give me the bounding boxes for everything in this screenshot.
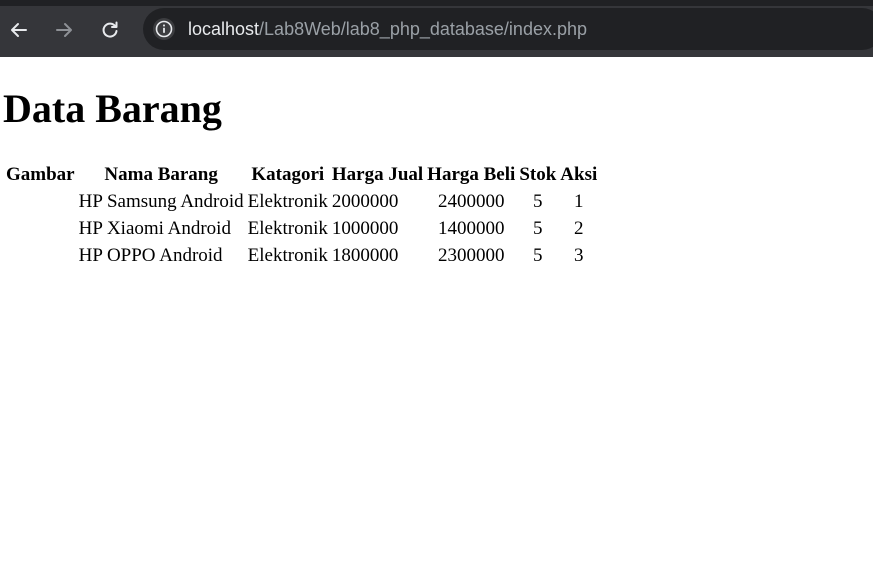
header-gambar: Gambar xyxy=(6,164,75,185)
table-header-row: Gambar Nama Barang Katagori Harga Jual H… xyxy=(5,162,598,187)
cell-kategori: Elektronik xyxy=(247,191,328,212)
header-harga-beli: Harga Beli xyxy=(427,164,516,185)
cell-kategori: Elektronik xyxy=(247,218,328,239)
header-harga-jual: Harga Jual xyxy=(331,164,424,185)
reload-icon xyxy=(102,21,118,38)
cell-harga-beli: 2400000 xyxy=(437,191,505,212)
cell-harga-jual: 2000000 xyxy=(331,191,399,212)
forward-button[interactable] xyxy=(50,16,78,44)
browser-toolbar: localhost/Lab8Web/lab8_php_database/inde… xyxy=(0,0,873,57)
data-table: Gambar Nama Barang Katagori Harga Jual H… xyxy=(3,160,600,270)
cell-aksi: 2 xyxy=(574,218,584,239)
cell-stok: 5 xyxy=(533,245,543,266)
back-button[interactable] xyxy=(5,16,33,44)
table-row: HP OPPO Android Elektronik 1800000 23000… xyxy=(5,243,598,268)
page-title: Data Barang xyxy=(3,86,222,131)
cell-nama-barang: HP Samsung Android xyxy=(78,191,244,212)
header-kategori: Katagori xyxy=(251,164,325,185)
site-info-icon[interactable] xyxy=(153,18,175,40)
url-text[interactable]: localhost/Lab8Web/lab8_php_database/inde… xyxy=(188,18,587,40)
forward-arrow-icon xyxy=(56,23,72,37)
table-row: HP Xiaomi Android Elektronik 1000000 140… xyxy=(5,216,598,241)
url-host: localhost xyxy=(188,19,260,39)
cell-harga-jual: 1000000 xyxy=(331,218,399,239)
cell-harga-beli: 2300000 xyxy=(437,245,505,266)
cell-kategori: Elektronik xyxy=(247,245,328,266)
cell-harga-beli: 1400000 xyxy=(437,218,505,239)
url-path: /Lab8Web/lab8_php_database/index.php xyxy=(259,19,587,39)
header-nama-barang: Nama Barang xyxy=(104,164,218,185)
cell-gambar xyxy=(5,243,76,268)
cell-aksi: 1 xyxy=(574,191,584,212)
reload-button[interactable] xyxy=(96,16,124,44)
cell-harga-jual: 1800000 xyxy=(331,245,399,266)
cell-aksi: 3 xyxy=(574,245,584,266)
header-stok: Stok xyxy=(519,164,557,185)
cell-gambar xyxy=(5,189,76,214)
cell-nama-barang: HP Xiaomi Android xyxy=(78,218,231,239)
cell-stok: 5 xyxy=(533,218,543,239)
page-content: Data Barang Gambar Nama Barang Katagori … xyxy=(0,57,873,573)
table-row: HP Samsung Android Elektronik 2000000 24… xyxy=(5,189,598,214)
address-bar[interactable]: localhost/Lab8Web/lab8_php_database/inde… xyxy=(143,8,873,50)
back-arrow-icon xyxy=(11,23,27,37)
cell-stok: 5 xyxy=(533,191,543,212)
header-aksi: Aksi xyxy=(560,164,598,185)
cell-gambar xyxy=(5,216,76,241)
cell-nama-barang: HP OPPO Android xyxy=(78,245,223,266)
